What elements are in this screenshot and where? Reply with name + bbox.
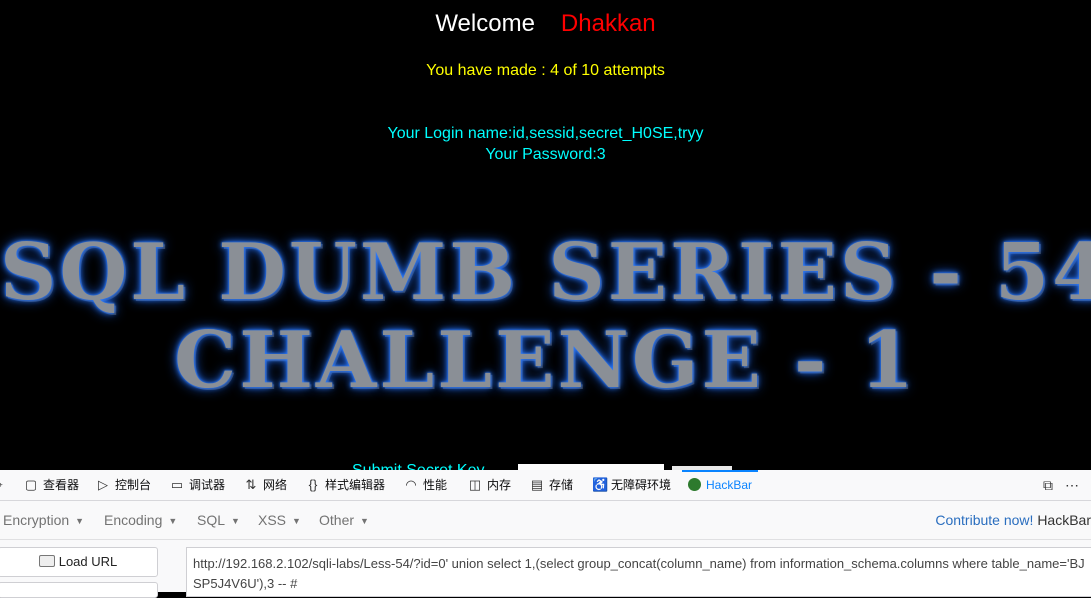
inspector-icon: ▢	[24, 477, 38, 492]
devtools-panel: ⌖ ▢查看器 ▷控制台 ▭调试器 ⇅网络 {}样式编辑器 ◠性能 ◫内存 ▤存储…	[0, 470, 1091, 598]
menu-other[interactable]: Other ▼	[319, 501, 369, 539]
devtools-tabbar: ⌖ ▢查看器 ▷控制台 ▭调试器 ⇅网络 {}样式编辑器 ◠性能 ◫内存 ▤存储…	[0, 470, 1091, 501]
welcome-heading: Welcome Dhakkan	[0, 10, 1091, 38]
submit-key-label: Submit Secret Key	[352, 462, 485, 470]
chevron-down-icon: ▼	[75, 516, 85, 526]
hackbar-toolbar: Encryption ▼ Encoding ▼ SQL ▼ XSS ▼ Other ▼ C…	[0, 501, 1091, 540]
load-url-icon	[38, 555, 55, 567]
contribute-area: Contribute now! HackBar	[935, 501, 1091, 539]
split-url-button[interactable]	[0, 582, 158, 598]
debugger-icon: ▭	[170, 477, 184, 492]
tab-memory[interactable]: ◫ 内存	[468, 470, 511, 500]
tab-hackbar[interactable]: HackBar	[681, 470, 759, 500]
tab-inspector[interactable]: ▢ 查看器	[24, 470, 79, 500]
challenge-page: Welcome Dhakkan You have made : 4 of 10 a…	[0, 0, 1091, 470]
chevron-down-icon: ▼	[231, 516, 240, 526]
attempts-counter: You have made : 4 of 10 attempts	[426, 62, 665, 79]
menu-encoding[interactable]: Encoding ▼	[104, 501, 177, 539]
contribute-link[interactable]: Contribute now!	[935, 512, 1033, 528]
chevron-down-icon: ▼	[168, 516, 178, 526]
username: Dhakkan	[560, 10, 656, 37]
pick-element-icon[interactable]: ⌖	[0, 470, 11, 500]
tab-storage[interactable]: ▤ 存储	[530, 470, 573, 500]
menu-sql[interactable]: SQL ▼	[197, 501, 240, 539]
hackbar-icon	[688, 478, 701, 491]
network-icon: ⇅	[245, 477, 257, 492]
more-options-icon[interactable]: ⋯	[1065, 477, 1079, 493]
banner-subtitle: CHALLENGE - 1	[174, 315, 917, 406]
tab-debugger[interactable]: ▭ 调试器	[170, 470, 225, 500]
performance-icon: ◠	[405, 477, 417, 492]
accessibility-icon: ♿	[592, 477, 609, 492]
dock-icon[interactable]: ⧉	[1043, 477, 1053, 493]
url-textarea[interactable]: http://192.168.2.102/sqli-labs/Less-54/?…	[186, 547, 1091, 597]
tab-accessibility[interactable]: ♿ 无障碍环境	[592, 470, 671, 500]
memory-icon: ◫	[468, 477, 482, 492]
style-editor-icon: {}	[308, 477, 318, 492]
banner-title: SQL DUMB SERIES - 54	[0, 227, 1091, 318]
tab-network[interactable]: ⇅ 网络	[244, 470, 287, 500]
hackbar-brand: HackBar	[1037, 512, 1091, 528]
console-icon: ▷	[98, 477, 108, 492]
chevron-down-icon: ▼	[360, 516, 369, 526]
tab-performance[interactable]: ◠ 性能	[404, 470, 447, 500]
menu-xss[interactable]: XSS ▼	[258, 501, 301, 539]
devtools-controls: ⧉ ⋯	[1043, 470, 1091, 500]
chevron-down-icon: ▼	[292, 516, 301, 526]
welcome-label: Welcome	[435, 10, 535, 37]
load-url-button[interactable]: Load URL	[0, 547, 158, 577]
password-output: Your Password:3	[485, 146, 606, 163]
storage-icon: ▤	[530, 477, 544, 492]
tab-style-editor[interactable]: {} 样式编辑器	[306, 470, 385, 500]
tab-console[interactable]: ▷ 控制台	[96, 470, 151, 500]
menu-encryption[interactable]: Encryption ▼	[3, 501, 84, 539]
login-name-output: Your Login name:id,sessid,secret_H0SE,tr…	[387, 125, 704, 142]
